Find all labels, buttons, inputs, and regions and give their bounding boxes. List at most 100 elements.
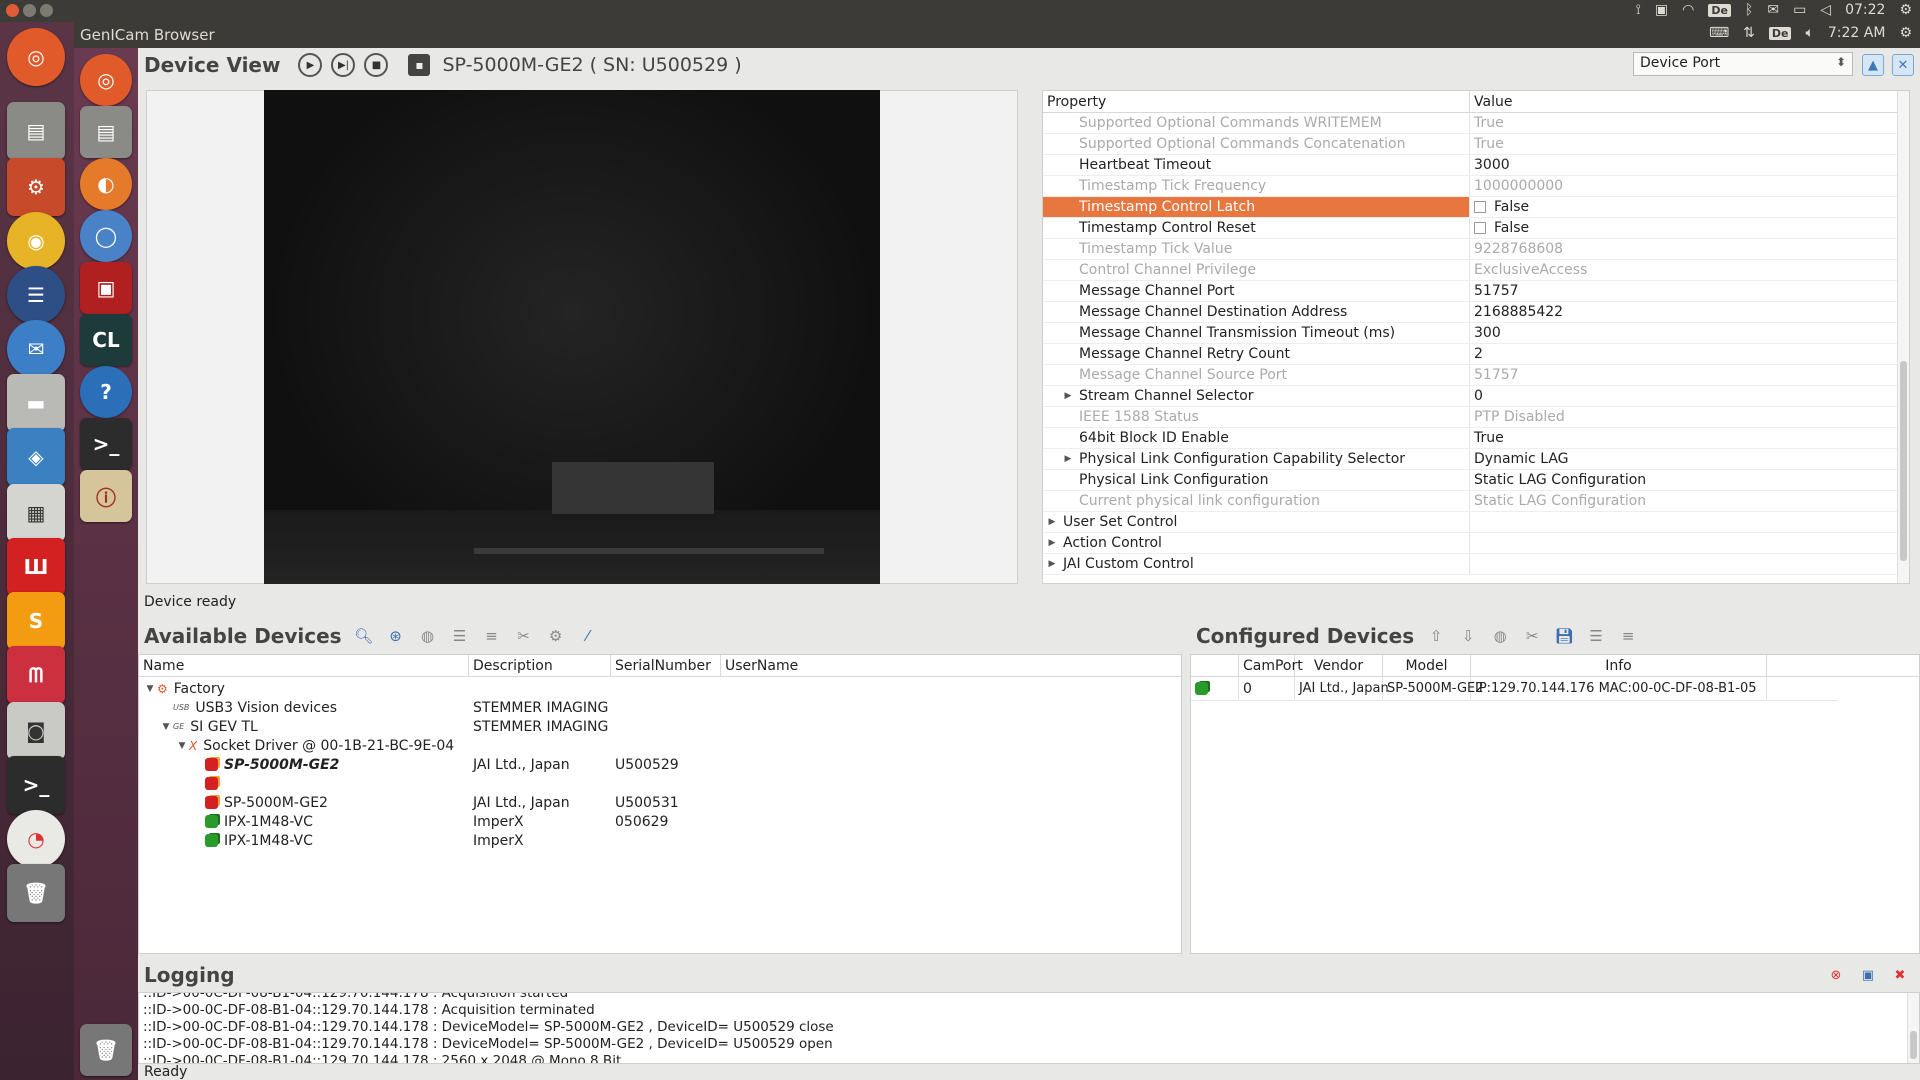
property-row[interactable]: Control Channel Privilege ExclusiveAccess [1043, 260, 1909, 281]
trash-icon[interactable]: 🗑︎ [7, 864, 65, 922]
collapse-all-icon-2[interactable]: ≡ [1618, 626, 1638, 646]
property-row[interactable]: Timestamp Control Latch False [1043, 197, 1909, 218]
discover-icon[interactable]: ⊛ [386, 626, 406, 646]
expand-arrow-icon[interactable]: ▶ [1061, 391, 1075, 401]
col-serial[interactable]: SerialNumber [611, 655, 721, 676]
property-row[interactable]: IEEE 1588 Status PTP Disabled [1043, 407, 1909, 428]
window-close-button[interactable] [6, 4, 19, 17]
property-row[interactable]: ▶ JAI Custom Control [1043, 554, 1909, 575]
property-value-cell[interactable]: 2 [1470, 344, 1483, 364]
col-username[interactable]: UserName [721, 655, 861, 676]
expand-arrow-icon[interactable]: ▶ [1045, 559, 1059, 569]
property-checkbox[interactable] [1474, 222, 1486, 234]
clion-icon[interactable]: CL [80, 314, 132, 366]
property-scrollbar[interactable] [1897, 91, 1909, 583]
property-value-cell[interactable]: Dynamic LAG [1470, 449, 1569, 469]
log-output[interactable]: ::ID->00-0C-DF-08-B1-04::129.70.144.178 … [138, 992, 1920, 1064]
device-tree-row[interactable]: IPX-1M48-VC ImperX 050629 [139, 812, 1181, 831]
device-port-select[interactable]: Device Port ⬍ [1633, 52, 1853, 76]
mendeley-icon[interactable]: ᗰ [7, 646, 65, 704]
keyboard-layout-indicator-2[interactable]: De [1768, 26, 1792, 40]
files-icon-2[interactable]: ▤ [80, 106, 132, 158]
window-minimize-button[interactable] [23, 4, 36, 17]
expand-arrow-icon[interactable]: ▶ [1045, 517, 1059, 527]
thunderbird-icon[interactable]: ✉ [7, 320, 65, 378]
clock[interactable]: 07:22 [1845, 2, 1885, 18]
property-row[interactable]: Current physical link configuration Stati… [1043, 491, 1909, 512]
single-frame-button[interactable]: ▶| [331, 53, 356, 77]
antenna-icon[interactable]: ⟟ [1636, 2, 1641, 18]
property-value-cell[interactable]: 300 [1470, 323, 1501, 343]
terminal-icon-2[interactable]: >_ [80, 418, 132, 470]
expand-arrow-icon[interactable]: ▶ [1045, 538, 1059, 548]
close-panel-icon[interactable]: ✕ [1892, 54, 1914, 76]
volume-icon-2[interactable]: 🔈︎ [1805, 25, 1813, 41]
camera-icon[interactable]: ◙ [7, 702, 65, 760]
play-button[interactable]: ▶ [298, 53, 323, 77]
tree-expand-icon[interactable]: ▼ [143, 684, 157, 694]
property-value-cell[interactable] [1470, 533, 1474, 553]
ubuntu-dash-icon-2[interactable]: ◎ [80, 54, 132, 106]
keyboard-layout-indicator[interactable]: De [1708, 3, 1731, 17]
expand-all-icon-2[interactable]: ☰ [1586, 626, 1606, 646]
ubuntu-dash-icon[interactable]: ◎ [7, 28, 65, 86]
device-tree-row[interactable]: IPX-1M48-VC ImperX [139, 831, 1181, 850]
device-tree-row[interactable]: ▼ GE SI GEV TL STEMMER IMAGING [139, 717, 1181, 736]
network-config-icon[interactable]: ⚙ [546, 626, 566, 646]
clipboard-icon[interactable]: ▣ [1655, 2, 1668, 18]
stop-button[interactable]: ■ [364, 53, 389, 77]
col-camport[interactable]: CamPort [1239, 655, 1303, 676]
chart-app-icon[interactable]: ◔ [7, 810, 65, 868]
trash-icon-2[interactable]: 🗑︎ [80, 1024, 132, 1076]
terminal-icon[interactable]: >_ [7, 756, 65, 814]
property-row[interactable]: Physical Link Configuration Static LAG Co… [1043, 470, 1909, 491]
mail-icon[interactable]: ✉ [1767, 2, 1779, 18]
property-value-cell[interactable]: True [1470, 113, 1504, 133]
property-value-cell[interactable]: True [1470, 134, 1504, 154]
property-row[interactable]: Message Channel Source Port 51757 [1043, 365, 1909, 386]
device-tree-row[interactable]: ▼ ⚙ Factory [139, 679, 1181, 698]
firefox-icon[interactable]: ◐ [80, 158, 132, 210]
property-value-cell[interactable]: PTP Disabled [1470, 407, 1565, 427]
chrome-icon[interactable]: ◉ [7, 212, 65, 270]
property-value-cell[interactable]: 1000000000 [1470, 176, 1563, 196]
property-row[interactable]: Message Channel Destination Address 21688… [1043, 302, 1909, 323]
tools-icon-2[interactable]: ✂ [1522, 626, 1542, 646]
col-description[interactable]: Description [469, 655, 611, 676]
property-value-cell[interactable]: 9228768608 [1470, 239, 1563, 259]
property-row[interactable]: Message Channel Port 51757 [1043, 281, 1909, 302]
device-tree-row[interactable] [139, 774, 1181, 793]
col-name[interactable]: Name [139, 655, 469, 676]
camera-settings-icon-2[interactable]: ◍ [1490, 626, 1510, 646]
property-row[interactable]: ▶ Stream Channel Selector 0 [1043, 386, 1909, 407]
drive-icon[interactable]: ▬ [7, 374, 65, 432]
tools-icon[interactable]: ✂ [514, 626, 534, 646]
col-model[interactable]: Model [1383, 655, 1471, 676]
keyboard-icon[interactable]: ⌨ [1709, 25, 1729, 41]
property-row[interactable]: Supported Optional Commands WRITEMEM True [1043, 113, 1909, 134]
property-row[interactable]: ▶ Action Control [1043, 533, 1909, 554]
device-tree-row[interactable]: ▼ X Socket Driver @ 00-1B-21-BC-9E-04 [139, 736, 1181, 755]
network-arrows-icon[interactable]: ⇅ [1743, 25, 1755, 41]
property-value-cell[interactable]: False [1470, 218, 1529, 238]
property-value-cell[interactable]: False [1470, 197, 1529, 217]
camera-image[interactable] [264, 90, 880, 584]
property-row[interactable]: Message Channel Transmission Timeout (ms… [1043, 323, 1909, 344]
clock-2[interactable]: 7:22 AM [1828, 25, 1886, 41]
camera-settings-icon[interactable]: ◍ [418, 626, 438, 646]
property-checkbox[interactable] [1474, 201, 1486, 213]
log-scrollbar[interactable] [1907, 993, 1919, 1063]
property-row[interactable]: 64bit Block ID Enable True [1043, 428, 1909, 449]
property-row[interactable]: Timestamp Control Reset False [1043, 218, 1909, 239]
battery-icon[interactable]: ▭ [1793, 2, 1806, 18]
property-column-header[interactable]: Property [1043, 91, 1470, 112]
col-vendor[interactable]: Vendor [1295, 655, 1383, 676]
sublime-icon[interactable]: S [7, 592, 65, 650]
qt-creator-icon[interactable]: ? [80, 366, 132, 418]
property-row[interactable]: ▶ User Set Control [1043, 512, 1909, 533]
property-row[interactable]: Supported Optional Commands Concatenatio… [1043, 134, 1909, 155]
col-status[interactable] [1191, 655, 1239, 676]
info-app-icon[interactable]: ⓘ [80, 470, 132, 522]
expand-arrow-icon[interactable]: ▶ [1061, 454, 1075, 464]
save-image-button[interactable]: ▪ [408, 54, 431, 76]
